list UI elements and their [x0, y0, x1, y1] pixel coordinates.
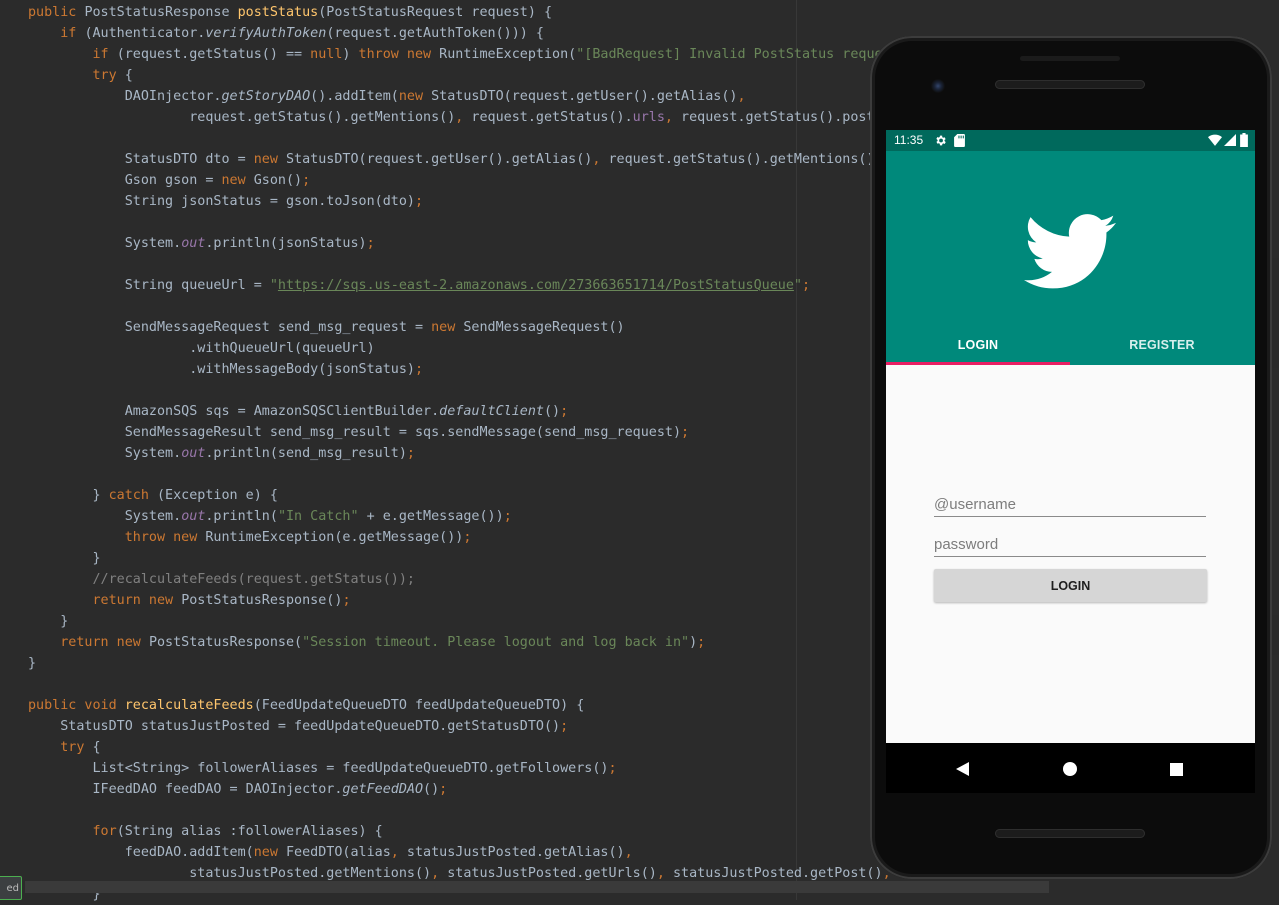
code-line: IFeedDAO feedDAO = DAOInjector.getFeedDA…: [28, 782, 448, 797]
tab-indicator: [886, 362, 1070, 365]
code-line: public void recalculateFeeds(FeedUpdateQ…: [28, 698, 585, 713]
phone-earpiece: [995, 80, 1145, 89]
android-status-bar: 11:35: [886, 130, 1255, 151]
code-line: .withMessageBody(jsonStatus);: [28, 362, 424, 377]
code-line: feedDAO.addItem(new FeedDTO(alias, statu…: [28, 845, 633, 860]
signal-icon: [1224, 134, 1236, 146]
wifi-icon: [1208, 134, 1222, 146]
code-line: return new PostStatusResponse("Session t…: [60, 635, 706, 650]
code-line: String jsonStatus = gson.toJson(dto);: [28, 194, 424, 209]
phone-bottom-speaker: [995, 829, 1145, 838]
code-line: AmazonSQS sqs = AmazonSQSClientBuilder.d…: [28, 404, 569, 419]
code-line: SendMessageResult send_msg_result = sqs.…: [28, 425, 690, 440]
code-line: }: [28, 656, 37, 671]
tab-login[interactable]: LOGIN: [886, 326, 1070, 364]
twitter-bird-icon: [1024, 214, 1116, 289]
login-button[interactable]: LOGIN: [934, 569, 1207, 602]
recents-icon[interactable]: [1170, 763, 1183, 776]
code-line: request.getStatus().getMentions(), reque…: [28, 110, 875, 125]
code-line: System.out.println(jsonStatus);: [28, 236, 375, 251]
code-line: } catch (Exception e) {: [28, 488, 278, 503]
code-line: StatusDTO statusJustPosted = feedUpdateQ…: [28, 719, 569, 734]
password-input[interactable]: [934, 532, 1206, 557]
horizontal-scrollbar[interactable]: [25, 881, 1049, 893]
code-line: DAOInjector.getStoryDAO().addItem(new St…: [28, 89, 746, 104]
code-line: if (Authenticator.verifyAuthToken(reques…: [60, 26, 544, 41]
code-line: }: [28, 614, 69, 629]
code-line: }: [28, 551, 101, 566]
code-line: Gson gson = new Gson();: [28, 173, 311, 188]
username-input[interactable]: [934, 492, 1206, 517]
code-line: .withQueueUrl(queueUrl): [28, 341, 375, 356]
camera-icon: [931, 79, 945, 93]
right-margin-guide: [796, 0, 797, 900]
home-icon[interactable]: [1063, 762, 1077, 776]
back-icon[interactable]: [956, 762, 969, 776]
phone-screen: 11:35 LOGIN REGISTER @username LOGIN: [886, 130, 1255, 743]
app-header: LOGIN REGISTER: [886, 151, 1255, 365]
code-line: StatusDTO dto = new StatusDTO(request.ge…: [28, 152, 875, 167]
code-line: try {: [60, 740, 101, 755]
code-line: String queueUrl = "https://sqs.us-east-2…: [28, 278, 811, 293]
code-line: List<String> followerAliases = feedUpdat…: [28, 761, 617, 776]
code-line: System.out.println(send_msg_result);: [28, 446, 415, 461]
code-line: //recalculateFeeds(request.getStatus());: [92, 572, 415, 587]
code-line: return new PostStatusResponse();: [92, 593, 351, 608]
phone-emulator: 11:35 LOGIN REGISTER @username LOGIN: [870, 36, 1272, 879]
settings-icon: [936, 135, 946, 146]
code-line: System.out.println("In Catch" + e.getMes…: [28, 509, 512, 524]
code-line: SendMessageRequest send_msg_request = ne…: [28, 320, 625, 335]
android-nav-bar: [886, 743, 1255, 793]
battery-icon: [1240, 133, 1248, 147]
status-time: 11:35: [894, 133, 924, 147]
phone-top-speaker: [1020, 56, 1120, 61]
code-line: throw new RuntimeException(e.getMessage(…: [124, 530, 472, 545]
code-line: try {: [92, 68, 133, 83]
tab-register[interactable]: REGISTER: [1070, 326, 1254, 364]
code-line: if (request.getStatus() == null) throw n…: [92, 47, 883, 62]
code-line: public PostStatusResponse postStatus(Pos…: [28, 5, 553, 20]
code-line: for(String alias :followerAliases) {: [92, 824, 383, 839]
status-chip: ed: [0, 876, 22, 900]
sd-card-icon: [954, 134, 965, 147]
